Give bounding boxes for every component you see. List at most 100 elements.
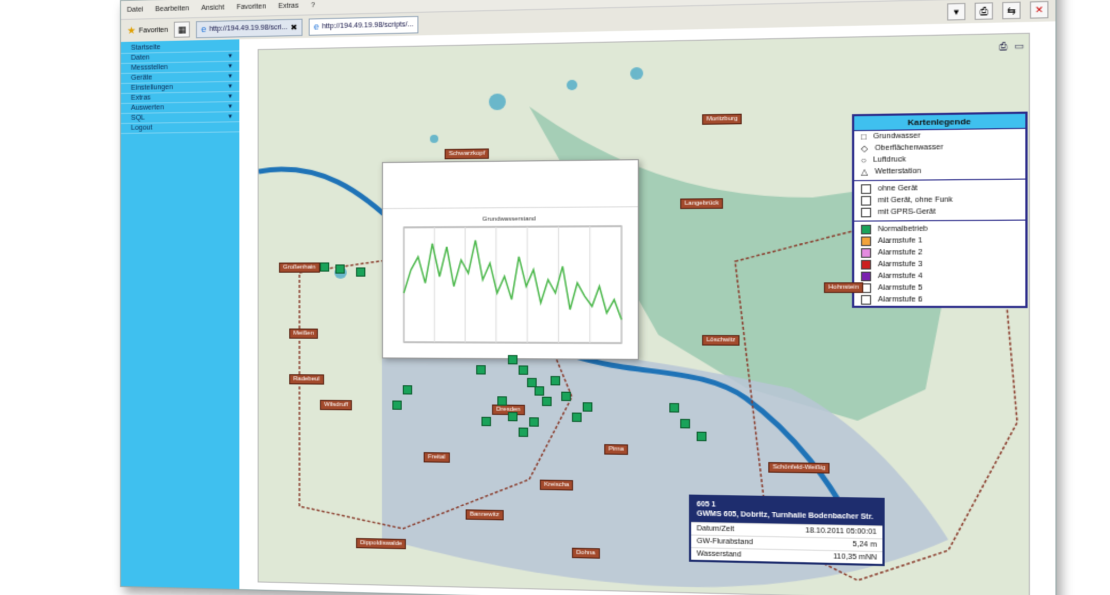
- station-marker[interactable]: [518, 427, 529, 437]
- station-marker[interactable]: [507, 355, 518, 365]
- sidebar-item-label: Messstellen: [130, 64, 168, 72]
- station-marker[interactable]: [392, 400, 402, 410]
- station-marker[interactable]: [680, 418, 691, 429]
- chevron-down-icon: ▼: [227, 73, 234, 80]
- station-marker[interactable]: [507, 411, 518, 422]
- legend-swatch: [860, 295, 872, 305]
- place-label[interactable]: Freital: [423, 452, 450, 463]
- info-label: GW-Flurabstand: [696, 537, 754, 547]
- place-label[interactable]: Meißen: [289, 328, 318, 339]
- station-marker[interactable]: [571, 412, 582, 423]
- grid-icon[interactable]: ▦: [174, 21, 191, 38]
- chart-plot: Grundwasserstand: [383, 216, 638, 362]
- station-marker[interactable]: [696, 431, 707, 442]
- station-name: GWMS 605, Dobritz, Turnhalle Bodenbacher…: [696, 510, 874, 522]
- legend-item: Alarmstufe 3: [854, 258, 1025, 270]
- menu-help[interactable]: ?: [311, 2, 315, 9]
- legend-swatch: [860, 271, 872, 282]
- station-marker[interactable]: [335, 264, 345, 274]
- sidebar-item-label: Logout: [130, 124, 153, 132]
- station-marker[interactable]: [402, 385, 413, 395]
- menu-favoriten[interactable]: Favoriten: [236, 3, 266, 11]
- legend-label: Grundwasser: [873, 132, 921, 141]
- stop-icon[interactable]: ✕: [1029, 0, 1049, 19]
- legend-divider: [854, 219, 1026, 222]
- minimize-icon[interactable]: ▭: [1014, 40, 1024, 52]
- place-label[interactable]: Hohnstein: [823, 282, 864, 293]
- map-toolbar: ⎙ ▭: [999, 40, 1024, 52]
- station-marker[interactable]: [582, 402, 593, 412]
- place-label[interactable]: Wilsdruff: [319, 399, 353, 411]
- refresh-icon[interactable]: ⇆: [1002, 1, 1021, 20]
- place-label[interactable]: Langebrück: [680, 198, 724, 210]
- station-marker[interactable]: [476, 365, 486, 375]
- map-legend: Kartenlegende □ Grundwasser ◇ Oberflächenwa…: [851, 111, 1028, 309]
- map[interactable]: ⎙ ▭ Grundwasserstand Kartenlegende □ Grun…: [257, 32, 1030, 595]
- station-info-title: 605 1 GWMS 605, Dobritz, Turnhalle Boden…: [691, 496, 883, 526]
- chevron-down-icon: ▼: [227, 83, 234, 90]
- station-marker[interactable]: [319, 262, 330, 272]
- favorites-button[interactable]: ★ Favoriten: [127, 24, 168, 36]
- close-icon[interactable]: ✖: [290, 22, 297, 31]
- tab-2-label: http://194.49.19.98/scripts/...: [321, 20, 414, 30]
- legend-item: Alarmstufe 5: [854, 282, 1025, 294]
- star-icon: ★: [126, 25, 136, 37]
- legend-label: mit Gerät, ohne Funk: [877, 196, 953, 205]
- place-label[interactable]: Dippoldiswalde: [356, 537, 407, 550]
- sidebar-item-label: Startseite: [130, 44, 161, 52]
- legend-swatch: [860, 259, 872, 270]
- station-marker[interactable]: [561, 391, 571, 402]
- legend-label: Normalbetrieb: [877, 225, 928, 234]
- chart-popup[interactable]: Grundwasserstand: [381, 159, 639, 362]
- tab-2[interactable]: e http://194.49.19.98/scripts/...: [308, 15, 419, 36]
- place-label[interactable]: Pirna: [604, 444, 629, 455]
- station-marker[interactable]: [497, 396, 507, 406]
- chevron-down-icon: ▼: [227, 63, 234, 70]
- info-value: 18.10.2011 05:00:01: [805, 527, 877, 537]
- place-label[interactable]: Löschwitz: [702, 335, 740, 346]
- menu-ansicht[interactable]: Ansicht: [201, 4, 224, 12]
- print-icon[interactable]: ⎙: [999, 41, 1007, 53]
- legend-swatch: [860, 207, 872, 218]
- place-label[interactable]: Bannewitz: [465, 509, 504, 521]
- legend-item: Alarmstufe 4: [854, 270, 1025, 282]
- place-label[interactable]: Kreischa: [539, 479, 574, 491]
- legend-item: Alarmstufe 6: [854, 294, 1025, 306]
- main-area: ⎙ ▭ Grundwasserstand Kartenlegende □ Grun…: [239, 21, 1056, 595]
- legend-swatch: [860, 236, 872, 247]
- menu-extras[interactable]: Extras: [278, 2, 298, 10]
- chart-header: [382, 160, 638, 210]
- place-label[interactable]: Schwarzkopf: [444, 148, 490, 160]
- station-marker[interactable]: [518, 365, 529, 375]
- menu-datei[interactable]: Datei: [127, 6, 143, 13]
- dropdown-icon[interactable]: ▾: [947, 2, 966, 21]
- station-marker[interactable]: [542, 396, 552, 407]
- sidebar-item-label: SQL: [130, 114, 145, 122]
- place-label[interactable]: Moritzburg: [702, 113, 743, 125]
- chevron-down-icon: ▼: [227, 93, 234, 100]
- station-marker[interactable]: [534, 386, 545, 396]
- legend-label: mit GPRS-Gerät: [877, 208, 936, 217]
- place-label[interactable]: Großenhain: [279, 262, 320, 273]
- station-info-popup[interactable]: 605 1 GWMS 605, Dobritz, Turnhalle Boden…: [688, 494, 885, 567]
- info-label: Wasserstand: [696, 550, 742, 559]
- save-icon[interactable]: ⎙: [974, 2, 993, 20]
- tab-1[interactable]: e http://194.49.19.98/scri... ✖: [196, 18, 303, 38]
- sidebar-item-logout[interactable]: Logout: [120, 122, 240, 134]
- place-label[interactable]: Radebeul: [289, 374, 324, 385]
- place-label[interactable]: Schönfeld-Weißig: [768, 462, 830, 474]
- ie-icon: e: [313, 21, 319, 32]
- legend-item: △ Wetterstation: [854, 165, 1025, 179]
- legend-symbol-icon: △: [860, 167, 868, 177]
- page-content: Startseite Daten ▼ Messstellen ▼ Geräte ▼ Einst…: [120, 21, 1056, 595]
- station-marker[interactable]: [669, 403, 680, 413]
- legend-label: Alarmstufe 2: [877, 249, 923, 257]
- station-marker[interactable]: [481, 416, 491, 427]
- info-label: Datum/Zeit: [696, 525, 735, 534]
- station-marker[interactable]: [550, 376, 561, 386]
- menu-bearbeiten[interactable]: Bearbeiten: [155, 5, 189, 13]
- station-marker[interactable]: [529, 417, 539, 427]
- place-label[interactable]: Dohna: [571, 547, 600, 559]
- station-marker[interactable]: [356, 267, 366, 277]
- chevron-down-icon: ▼: [227, 53, 234, 60]
